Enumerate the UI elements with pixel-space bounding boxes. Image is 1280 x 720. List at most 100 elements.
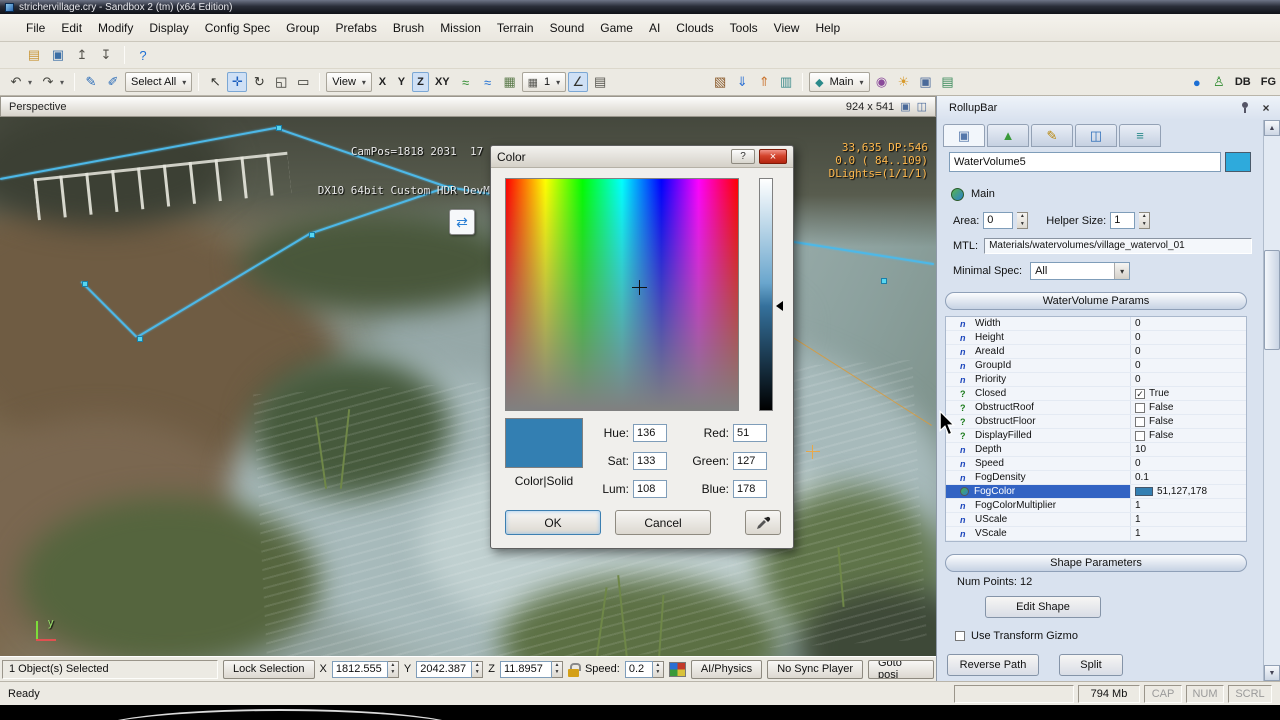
- menu-view[interactable]: View: [766, 14, 808, 41]
- menu-group[interactable]: Group: [278, 14, 327, 41]
- shape-vertex-handle[interactable]: [309, 232, 315, 238]
- param-row-vscale[interactable]: n VScale 1: [946, 527, 1246, 541]
- panel-scrollbar[interactable]: [1263, 120, 1280, 681]
- undo-icon[interactable]: ↶: [6, 72, 26, 92]
- param-row-priority[interactable]: n Priority 0: [946, 373, 1246, 387]
- redo-icon-dropdown-icon[interactable]: ▾: [60, 78, 68, 87]
- param-value[interactable]: 0: [1135, 332, 1141, 343]
- luminance-slider-arrow[interactable]: [776, 301, 783, 311]
- object-name-input[interactable]: WaterVolume5: [949, 152, 1221, 172]
- param-checkbox[interactable]: [1135, 416, 1145, 427]
- param-row-speed[interactable]: n Speed 0: [946, 457, 1246, 471]
- panel-close-icon[interactable]: [1258, 100, 1274, 116]
- brush-tool-icon[interactable]: ✎: [81, 72, 101, 92]
- screenshot-icon[interactable]: ▣: [916, 72, 936, 92]
- terrain-icon[interactable]: ≈: [456, 72, 476, 92]
- param-row-width[interactable]: n Width 0: [946, 317, 1246, 331]
- open-level-icon[interactable]: ▤: [24, 45, 44, 65]
- param-value[interactable]: 1: [1135, 500, 1141, 511]
- freeze-objects-icon[interactable]: ▧: [710, 72, 730, 92]
- param-value[interactable]: 1: [1135, 528, 1141, 539]
- param-row-obstructfloor[interactable]: ? ObstructFloor False: [946, 415, 1246, 429]
- use-transform-gizmo-checkbox[interactable]: [955, 631, 965, 641]
- coords-lock-icon[interactable]: [567, 662, 581, 677]
- menu-tools[interactable]: Tools: [722, 14, 766, 41]
- menu-modify[interactable]: Modify: [90, 14, 141, 41]
- pin-icon[interactable]: [1240, 102, 1250, 114]
- color-dialog-titlebar[interactable]: Color ?: [491, 146, 793, 168]
- get-from-database-icon[interactable]: ⇓: [732, 72, 752, 92]
- area-field[interactable]: 0: [983, 212, 1014, 229]
- tab-objects[interactable]: ▣: [943, 124, 985, 147]
- scale-icon[interactable]: ◱: [271, 72, 291, 92]
- tab-terrain[interactable]: ▲: [987, 124, 1029, 147]
- minimal-spec-dropdown[interactable]: All: [1030, 262, 1131, 280]
- terrain-layers-icon[interactable]: [668, 661, 686, 677]
- scroll-up-icon[interactable]: [1264, 120, 1280, 136]
- speed-field[interactable]: 0.2: [624, 660, 653, 678]
- axis-z-button[interactable]: Z: [411, 72, 429, 92]
- no-sync-player-button[interactable]: No Sync Player: [767, 659, 863, 679]
- y-coord-field[interactable]: 2042.387: [416, 660, 473, 678]
- lighting-icon[interactable]: ☀: [894, 72, 914, 92]
- param-row-uscale[interactable]: n UScale 1: [946, 513, 1246, 527]
- param-row-depth[interactable]: n Depth 10: [946, 443, 1246, 457]
- selection-mask-dropdown[interactable]: Select All ▾: [125, 72, 193, 92]
- menu-clouds[interactable]: Clouds: [668, 14, 721, 41]
- character-editor-icon[interactable]: ♙: [1209, 72, 1229, 92]
- material-editor-icon[interactable]: ●: [1187, 72, 1207, 92]
- title-bar[interactable]: strichervillage.cry - Sandbox 2 (tm) (x6…: [0, 0, 1280, 14]
- menu-brush[interactable]: Brush: [385, 14, 432, 41]
- param-value[interactable]: 0: [1135, 374, 1141, 385]
- menu-ai[interactable]: AI: [641, 14, 668, 41]
- edit-shape-button[interactable]: Edit Shape: [985, 596, 1101, 618]
- shape-parameters-header[interactable]: Shape Parameters: [945, 554, 1247, 572]
- viewport-layout-icon[interactable]: [917, 100, 927, 113]
- red-field[interactable]: 51: [733, 424, 767, 442]
- param-row-areaid[interactable]: n AreaId 0: [946, 345, 1246, 359]
- x-coord-spinner[interactable]: [387, 660, 399, 678]
- luminance-strip[interactable]: [759, 178, 773, 411]
- axis-x-button[interactable]: X: [374, 72, 391, 92]
- param-value[interactable]: 0: [1135, 346, 1141, 357]
- cancel-button[interactable]: Cancel: [615, 510, 711, 535]
- param-row-displayfilled[interactable]: ? DisplayFilled False: [946, 429, 1246, 443]
- viewport-header[interactable]: Perspective 924 x 541: [0, 96, 936, 117]
- maximize-viewport-icon[interactable]: [900, 100, 910, 113]
- redo-icon[interactable]: ↷: [38, 72, 58, 92]
- speed-spinner[interactable]: [652, 660, 664, 678]
- axis-y-button[interactable]: Y: [393, 72, 410, 92]
- green-field[interactable]: 127: [733, 452, 767, 470]
- shape-vertex-handle[interactable]: [137, 336, 143, 342]
- shape-vertex-handle[interactable]: [881, 278, 887, 284]
- z-coord-spinner[interactable]: [551, 660, 563, 678]
- help-button[interactable]: ?: [731, 149, 755, 164]
- menu-display[interactable]: Display: [141, 14, 196, 41]
- menu-sound[interactable]: Sound: [542, 14, 593, 41]
- material-path-field[interactable]: Materials/watervolumes/village_watervol_…: [984, 238, 1253, 254]
- sat-field[interactable]: 133: [633, 452, 667, 470]
- layer-dropdown[interactable]: ◆ Main ▾: [809, 72, 870, 92]
- param-value[interactable]: 0: [1135, 458, 1141, 469]
- rotate-icon[interactable]: ↻: [249, 72, 269, 92]
- param-value[interactable]: 10: [1135, 444, 1146, 455]
- menu-help[interactable]: Help: [807, 14, 848, 41]
- put-to-database-icon[interactable]: ⇑: [754, 72, 774, 92]
- menu-edit[interactable]: Edit: [53, 14, 90, 41]
- menu-file[interactable]: File: [18, 14, 53, 41]
- undo-icon-dropdown-icon[interactable]: ▾: [28, 78, 36, 87]
- hue-field[interactable]: 136: [633, 424, 667, 442]
- lum-field[interactable]: 108: [633, 480, 667, 498]
- material-icon[interactable]: ◉: [872, 72, 892, 92]
- param-value[interactable]: 1: [1135, 514, 1141, 525]
- tab-layers[interactable]: ≡: [1119, 124, 1161, 147]
- menu-game[interactable]: Game: [592, 14, 641, 41]
- close-button[interactable]: [759, 149, 787, 164]
- ok-button[interactable]: OK: [505, 510, 601, 535]
- helper-size-field[interactable]: 1: [1110, 212, 1136, 229]
- select-icon[interactable]: ↖: [205, 72, 225, 92]
- ai-physics-button[interactable]: AI/Physics: [690, 659, 763, 679]
- flowgraph-button[interactable]: FG: [1257, 72, 1280, 92]
- blue-field[interactable]: 178: [733, 480, 767, 498]
- goto-position-button[interactable]: Goto posi: [868, 659, 934, 679]
